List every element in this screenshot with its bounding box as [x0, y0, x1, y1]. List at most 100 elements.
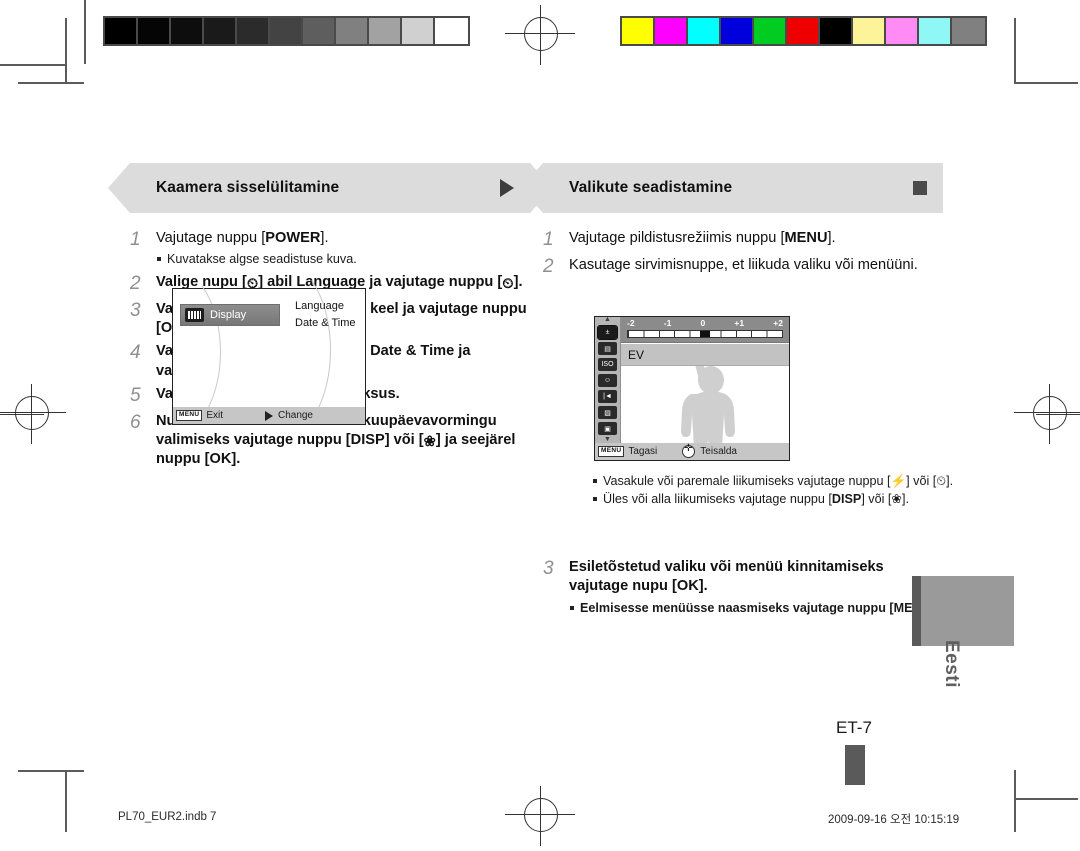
- grayscale-patch: [270, 18, 303, 44]
- lcd-bottom-bar-left: MENU Exit Change: [173, 407, 365, 424]
- resolution-icon[interactable]: ▤: [598, 342, 617, 355]
- grayscale-patch: [369, 18, 402, 44]
- lcd-menu-items: Language Date & Time: [295, 298, 356, 332]
- face-detect-off-icon[interactable]: ☺: [598, 374, 617, 387]
- step-item: 2 Kasutage sirvimisnuppe, et liikuda vali…: [543, 254, 943, 279]
- step-bullets: Kuvatakse algse seadistuse kuva.: [156, 251, 530, 268]
- color-patch: [688, 18, 721, 44]
- display-icon: [185, 308, 204, 322]
- grayscale-patch: [336, 18, 369, 44]
- grayscale-patch: [237, 18, 270, 44]
- grayscale-patch: [435, 18, 468, 44]
- ev-tick-label: -2: [627, 318, 635, 328]
- section-banner-options-setup: Valikute seadistamine: [521, 163, 943, 213]
- lcd-menu-item[interactable]: Language: [295, 298, 356, 315]
- step-text: Vajutage pildistusrežiimis nuppu [MENU].: [569, 230, 836, 246]
- step-number: 1: [130, 229, 141, 250]
- color-calibration-bar: [620, 16, 987, 46]
- color-patch: [886, 18, 919, 44]
- right-lcd-bullets-wrap: Vasakule või paremale liikumiseks vajuta…: [592, 470, 972, 509]
- registration-target-bottom: [505, 786, 575, 846]
- ev-tick-label: +1: [734, 318, 745, 328]
- lcd-move-group: Teisalda: [682, 443, 737, 458]
- step-item: 1 Vajutage nuppu [POWER]. Kuvatakse algse …: [130, 227, 530, 269]
- page-number: ET-7: [836, 718, 872, 737]
- crop-mark-tl-v: [65, 18, 67, 84]
- lcd-change-group: Change: [264, 410, 313, 421]
- color-patch: [853, 18, 886, 44]
- color-patch: [919, 18, 952, 44]
- crop-mark-tl-h: [18, 82, 84, 84]
- crop-mark-bl-h: [18, 770, 84, 772]
- grayscale-patch: [204, 18, 237, 44]
- banner-marker-triangle: [500, 179, 514, 197]
- grayscale-patch: [138, 18, 171, 44]
- color-patch: [820, 18, 853, 44]
- ev-tick-label: -1: [663, 318, 672, 328]
- lcd-ev-menu-screen: ▲±▤ISO☺|◄▨▣▼ -2-10+1+2 EV MENU Tagasi Te…: [594, 316, 790, 461]
- ev-label-row: EV: [621, 344, 789, 366]
- lcd-selected-label: Display: [210, 309, 247, 321]
- lcd-menu-item[interactable]: Date & Time: [295, 315, 356, 332]
- person-silhouette-icon: [681, 366, 735, 443]
- step-text: Vajutage nuppu [POWER]. Kuvatakse algse s…: [156, 227, 530, 269]
- banner-title-left: Kaamera sisselülitamine: [156, 179, 340, 196]
- lcd-exit-label: Exit: [206, 410, 224, 421]
- step-text: Kasutage sirvimisnuppe, et liikuda valik…: [569, 256, 918, 273]
- right-steps-wrap-bottom: 3 Esiletõstetud valiku või menüü kinnitam…: [543, 556, 943, 619]
- banner-marker-square: [913, 181, 927, 195]
- crop-mark-tl-h2: [0, 64, 66, 66]
- ev-tick-label: +2: [773, 318, 783, 328]
- menu-chip-icon: MENU: [598, 446, 625, 457]
- color-patch: [952, 18, 985, 44]
- step-number: 3: [543, 558, 554, 579]
- focus-icon[interactable]: |◄: [598, 390, 617, 403]
- step-number: 2: [543, 255, 554, 277]
- ev-scale-strip: -2 -1 0 +1 +2: [621, 317, 789, 343]
- right-lcd-bullets: Vasakule või paremale liikumiseks vajuta…: [592, 473, 972, 508]
- lcd-bottom-bar-right: MENU Tagasi Teisalda: [595, 443, 789, 460]
- iso-icon[interactable]: ISO: [598, 358, 617, 371]
- color-patch: [721, 18, 754, 44]
- step-item: 1 Vajutage pildistusrežiimis nuppu [MENU]…: [543, 227, 943, 252]
- crop-mark-tr-v: [1014, 18, 1016, 84]
- scroll-up-arrow-icon[interactable]: ▲: [604, 316, 611, 323]
- acb-off-icon[interactable]: ▣: [598, 422, 617, 435]
- banner-title-right: Valikute seadistamine: [569, 179, 733, 196]
- menu-chip-icon: MENU: [176, 410, 203, 421]
- lcd-move-label: Teisalda: [700, 446, 737, 457]
- crop-mark-tr-h: [1014, 82, 1078, 84]
- step-number: 1: [543, 229, 554, 250]
- grayscale-calibration-bar: [103, 16, 470, 46]
- lcd-preview-canvas: [621, 366, 789, 443]
- lcd-back-label: Tagasi: [628, 446, 658, 457]
- crop-mark-br-h: [1014, 798, 1078, 800]
- lcd-selected-row-display[interactable]: Display: [180, 304, 280, 326]
- ev-icon[interactable]: ±: [597, 325, 618, 340]
- registration-target-left: [0, 384, 66, 444]
- language-tab-block: [912, 576, 1014, 646]
- crop-mark-br-v: [1014, 770, 1016, 832]
- lcd-initial-setup-screen: Display Language Date & Time MENU Exit Ch…: [172, 261, 366, 439]
- registration-target-top: [505, 5, 575, 65]
- color-patch: [754, 18, 787, 44]
- right-steps-list-bottom: 3 Esiletõstetud valiku või menüü kinnitam…: [543, 556, 943, 617]
- ev-label: EV: [628, 347, 645, 362]
- grayscale-patch: [105, 18, 138, 44]
- footer-timestamp: 2009-09-16 오전 10:15:19: [828, 814, 960, 826]
- bullet-item: Üles või alla liikumiseks vajutage nuppu…: [592, 491, 972, 508]
- dpad-icon: [682, 443, 696, 458]
- language-tab-label: Eesti: [941, 640, 962, 688]
- bullet-item: Vasakule või paremale liikumiseks vajuta…: [592, 473, 972, 490]
- section-banner-camera-power: Kaamera sisselülitamine: [108, 163, 552, 213]
- registration-target-right: [1014, 384, 1080, 444]
- ev-scale-marker[interactable]: [700, 331, 710, 337]
- step-text: Esiletõstetud valiku või menüü kinnitami…: [569, 556, 943, 617]
- bullet-item: Eelmisesse menüüsse naasmiseks vajutage …: [569, 600, 943, 617]
- quality-f-icon[interactable]: ▨: [598, 406, 617, 419]
- grayscale-patch: [171, 18, 204, 44]
- right-steps-list-top: 1 Vajutage pildistusrežiimis nuppu [MENU]…: [543, 227, 943, 279]
- grayscale-patch: [402, 18, 435, 44]
- ev-tick-label: 0: [700, 318, 706, 328]
- lcd-change-label: Change: [277, 410, 313, 421]
